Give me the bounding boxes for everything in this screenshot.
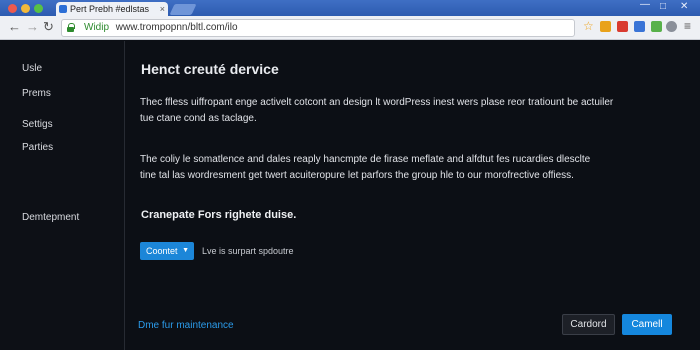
browser-toolbar: ← → ↻ Widip www.trompopnn/bltl.com/ilo ☆… (0, 16, 700, 40)
extension-icon[interactable] (651, 21, 662, 32)
main-content: Henct creuté dervice Thec ffless uiffrop… (126, 41, 700, 350)
browser-tab-bar: Pert Prebh #edlstas × — □ ✕ (0, 0, 700, 16)
app-window: Usle Prems Settigs Parties Demtepment He… (0, 41, 700, 350)
paragraph-line: Thec ffless uiffropant enge activelt cot… (140, 97, 614, 108)
description-paragraph: Thec ffless uiffropant enge activelt cot… (140, 95, 665, 127)
cancel-button[interactable]: Cardord (562, 314, 615, 335)
section-heading: Cranepate Fors righete duise. (141, 209, 297, 221)
close-icon[interactable]: ✕ (680, 1, 688, 12)
dropdown-hint: Lve is surpart spdoutre (202, 246, 294, 256)
sidebar: Usle Prems Settigs Parties Demtepment (0, 41, 125, 350)
tab-title: Pert Prebh #edlstas (70, 4, 150, 14)
extension-icon[interactable] (617, 21, 628, 32)
confirm-button[interactable]: Camell (622, 314, 672, 335)
tab-close-icon[interactable]: × (160, 2, 165, 16)
extension-icon[interactable] (634, 21, 645, 32)
forward-arrow-icon[interactable]: → (26, 19, 39, 35)
profile-icon[interactable] (666, 21, 677, 32)
sidebar-item-parties[interactable]: Parties (22, 142, 53, 153)
minimize-icon[interactable]: — (640, 0, 650, 10)
star-icon[interactable]: ☆ (583, 19, 594, 33)
new-tab-button[interactable] (169, 4, 197, 15)
hamburger-menu-icon[interactable]: ≡ (684, 19, 691, 33)
sidebar-item-prems[interactable]: Prems (22, 88, 51, 99)
address-bar[interactable]: Widip www.trompopnn/bltl.com/ilo (61, 19, 575, 37)
maximize-window-dot[interactable] (34, 4, 43, 13)
paragraph-line: tine tal las wordresment get twert acuit… (140, 170, 574, 181)
back-arrow-icon[interactable]: ← (8, 19, 21, 35)
minimize-window-dot[interactable] (21, 4, 30, 13)
content-dropdown[interactable]: Coontet ▼ (140, 242, 194, 260)
reload-icon[interactable]: ↻ (43, 19, 54, 35)
sidebar-item-usle[interactable]: Usle (22, 63, 42, 74)
sidebar-item-demtepment[interactable]: Demtepment (22, 212, 79, 223)
close-window-dot[interactable] (8, 4, 17, 13)
sidebar-item-settigs[interactable]: Settigs (22, 119, 53, 130)
url-text: www.trompopnn/bltl.com/ilo (115, 22, 238, 33)
dropdown-label: Coontet (146, 246, 178, 256)
paragraph-line: The coliy le somatlence and dales reaply… (140, 154, 591, 165)
maximize-icon[interactable]: □ (660, 1, 666, 12)
extension-icon[interactable] (600, 21, 611, 32)
favicon-icon (59, 5, 67, 13)
browser-tab[interactable]: Pert Prebh #edlstas × (56, 2, 168, 16)
paragraph-line: tue ctane cond as taclage. (140, 113, 257, 124)
page-title: Henct creuté dervice (141, 61, 279, 77)
description-paragraph: The coliy le somatlence and dales reaply… (140, 152, 665, 184)
chevron-down-icon: ▼ (182, 247, 189, 254)
lock-icon (67, 23, 75, 32)
url-secure-label: Widip (84, 22, 110, 33)
maintenance-link[interactable]: Dme fur maintenance (138, 320, 234, 331)
